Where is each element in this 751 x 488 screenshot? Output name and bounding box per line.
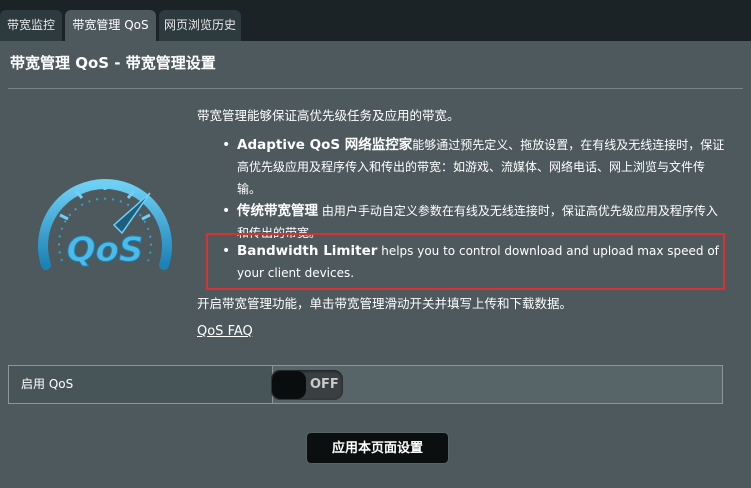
enable-qos-toggle[interactable]: OFF [271, 370, 343, 400]
qos-faq-link[interactable]: QoS FAQ [197, 324, 253, 339]
divider [8, 88, 743, 89]
tab-bar: 带宽监控 带宽管理 QoS 网页浏览历史 [0, 0, 751, 41]
enable-qos-row: 启用 QoS OFF [8, 365, 723, 404]
enable-qos-label: 启用 QoS [21, 377, 74, 391]
toggle-knob[interactable] [272, 371, 306, 399]
feature-item-adaptive-qos: Adaptive QoS 网络监控家能够通过预先定义、拖放设置，在有线及无线连接… [222, 134, 727, 200]
tab-bandwidth-monitor[interactable]: 带宽监控 [0, 10, 62, 41]
highlight-box [206, 233, 725, 290]
tab-qos[interactable]: 带宽管理 QoS [65, 10, 156, 41]
apply-button[interactable]: 应用本页面设置 [306, 432, 449, 464]
instructions: 开启带宽管理功能，单击带宽管理滑动开关并填写上传和下载数据。 [197, 296, 573, 311]
toggle-state-label: OFF [310, 377, 339, 392]
qos-description: 带宽管理能够保证高优先级任务及应用的带宽。 [197, 108, 460, 123]
page-title: 带宽管理 QoS - 带宽管理设置 [10, 54, 216, 72]
feature-title: 传统带宽管理 [237, 203, 318, 219]
tab-web-history[interactable]: 网页浏览历史 [159, 10, 241, 41]
logo-text: QoS [67, 230, 144, 270]
feature-title: Adaptive QoS 网络监控家 [237, 137, 413, 153]
qos-logo-icon: QoS [38, 178, 172, 271]
